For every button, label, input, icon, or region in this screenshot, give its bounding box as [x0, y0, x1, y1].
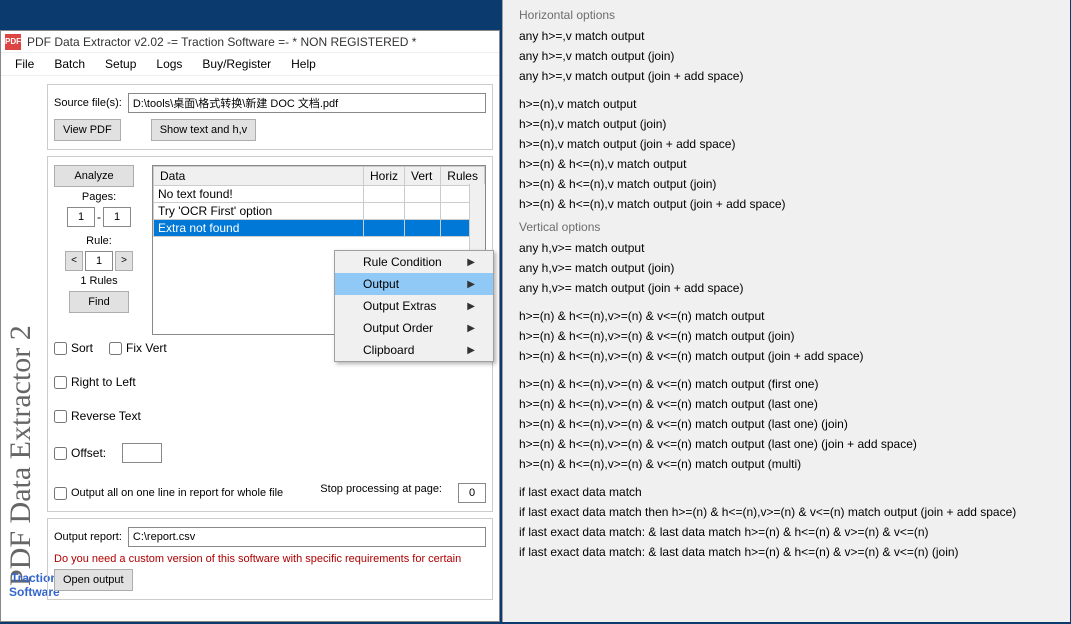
menubar: FileBatchSetupLogsBuy/RegisterHelp [1, 53, 499, 76]
submenu-item[interactable]: any h>=,v match output [503, 26, 1070, 46]
submenu-item[interactable]: if last exact data match then h>=(n) & h… [503, 502, 1070, 522]
window-title: PDF Data Extractor v2.02 -= Traction Sof… [27, 35, 416, 49]
submenu-item[interactable]: h>=(n) & h<=(n),v match output [503, 154, 1070, 174]
context-menu[interactable]: Rule Condition▶Output▶Output Extras▶Outp… [334, 250, 494, 362]
source-label: Source file(s): [54, 97, 122, 109]
reverse-checkbox[interactable]: Reverse Text [54, 409, 141, 423]
table-row[interactable]: Extra not found [154, 220, 485, 237]
rule-next-button[interactable]: > [115, 251, 133, 271]
submenu-item[interactable]: if last exact data match: & last data ma… [503, 542, 1070, 562]
output-report-label: Output report: [54, 531, 122, 543]
product-logo: PDF Data Extractor 2 [1, 76, 41, 596]
rtl-checkbox[interactable]: Right to Left [54, 375, 136, 389]
submenu-item[interactable]: h>=(n) & h<=(n),v>=(n) & v<=(n) match ou… [503, 414, 1070, 434]
sort-checkbox[interactable]: Sort [54, 341, 93, 355]
view-pdf-button[interactable]: View PDF [54, 119, 121, 141]
col-horiz[interactable]: Horiz [363, 167, 404, 186]
submenu-section-header: Vertical options [503, 214, 1070, 238]
submenu-item[interactable]: h>=(n) & h<=(n),v>=(n) & v<=(n) match ou… [503, 454, 1070, 474]
submenu-item[interactable]: h>=(n) & h<=(n),v>=(n) & v<=(n) match ou… [503, 434, 1070, 454]
source-path-input[interactable] [128, 93, 486, 113]
ctx-clipboard[interactable]: Clipboard▶ [335, 339, 493, 361]
output-submenu[interactable]: Horizontal optionsany h>=,v match output… [502, 0, 1070, 622]
submenu-item[interactable]: h>=(n) & h<=(n),v>=(n) & v<=(n) match ou… [503, 394, 1070, 414]
ctx-output-extras[interactable]: Output Extras▶ [335, 295, 493, 317]
fixvert-checkbox[interactable]: Fix Vert [109, 341, 167, 355]
output-report-input[interactable] [128, 527, 486, 547]
table-row[interactable]: No text found! [154, 186, 485, 203]
table-row[interactable]: Try 'OCR First' option [154, 203, 485, 220]
col-vert[interactable]: Vert [405, 167, 441, 186]
submenu-item[interactable]: any h,v>= match output (join + add space… [503, 278, 1070, 298]
rule-label: Rule: [54, 235, 144, 247]
submenu-item[interactable]: any h>=,v match output (join + add space… [503, 66, 1070, 86]
submenu-item[interactable]: if last exact data match: & last data ma… [503, 522, 1070, 542]
submenu-item[interactable]: h>=(n),v match output [503, 94, 1070, 114]
chevron-right-icon: ▶ [467, 323, 475, 334]
ctx-output-order[interactable]: Output Order▶ [335, 317, 493, 339]
chevron-right-icon: ▶ [467, 279, 475, 290]
col-data[interactable]: Data [154, 167, 364, 186]
find-button[interactable]: Find [69, 291, 129, 313]
custom-version-text: Do you need a custom version of this sof… [54, 553, 486, 565]
show-text-button[interactable]: Show text and h,v [151, 119, 256, 141]
pages-label: Pages: [54, 191, 144, 203]
source-group: Source file(s): View PDF Show text and h… [47, 84, 493, 150]
submenu-item[interactable]: any h>=,v match output (join) [503, 46, 1070, 66]
menu-help[interactable]: Help [281, 55, 326, 73]
submenu-item[interactable]: h>=(n),v match output (join) [503, 114, 1070, 134]
titlebar: PDF PDF Data Extractor v2.02 -= Traction… [1, 31, 499, 53]
rule-input[interactable] [85, 251, 113, 271]
submenu-item[interactable]: h>=(n),v match output (join + add space) [503, 134, 1070, 154]
submenu-item[interactable]: h>=(n) & h<=(n),v match output (join) [503, 174, 1070, 194]
ctx-rule-condition[interactable]: Rule Condition▶ [335, 251, 493, 273]
submenu-item[interactable]: any h,v>= match output [503, 238, 1070, 258]
offset-input[interactable] [122, 443, 162, 463]
submenu-item[interactable]: h>=(n) & h<=(n),v>=(n) & v<=(n) match ou… [503, 306, 1070, 326]
col-rules[interactable]: Rules [441, 167, 485, 186]
rules-count-label: 1 Rules [54, 275, 144, 287]
submenu-item[interactable]: any h,v>= match output (join) [503, 258, 1070, 278]
menu-buyregister[interactable]: Buy/Register [192, 55, 281, 73]
submenu-item[interactable]: h>=(n) & h<=(n),v match output (join + a… [503, 194, 1070, 214]
chevron-right-icon: ▶ [467, 301, 475, 312]
app-icon: PDF [5, 34, 21, 50]
ctx-output[interactable]: Output▶ [335, 273, 493, 295]
report-group: Output report: Do you need a custom vers… [47, 518, 493, 600]
stop-at-input[interactable] [458, 483, 486, 503]
stop-at-label: Stop processing at page: [320, 483, 442, 503]
rule-prev-button[interactable]: < [65, 251, 83, 271]
chevron-right-icon: ▶ [467, 345, 475, 356]
offset-checkbox[interactable]: Offset: [54, 443, 106, 463]
open-output-button[interactable]: Open output [54, 569, 133, 591]
submenu-item[interactable]: h>=(n) & h<=(n),v>=(n) & v<=(n) match ou… [503, 346, 1070, 366]
page-to-input[interactable] [103, 207, 131, 227]
submenu-item[interactable]: h>=(n) & h<=(n),v>=(n) & v<=(n) match ou… [503, 374, 1070, 394]
chevron-right-icon: ▶ [467, 257, 475, 268]
menu-setup[interactable]: Setup [95, 55, 146, 73]
output-all-checkbox[interactable]: Output all on one line in report for who… [54, 483, 283, 503]
menu-logs[interactable]: Logs [146, 55, 192, 73]
submenu-item[interactable]: h>=(n) & h<=(n),v>=(n) & v<=(n) match ou… [503, 326, 1070, 346]
page-from-input[interactable] [67, 207, 95, 227]
menu-batch[interactable]: Batch [44, 55, 95, 73]
submenu-section-header: Horizontal options [503, 2, 1070, 26]
submenu-item[interactable]: if last exact data match [503, 482, 1070, 502]
menu-file[interactable]: File [5, 55, 44, 73]
analyze-button[interactable]: Analyze [54, 165, 134, 187]
